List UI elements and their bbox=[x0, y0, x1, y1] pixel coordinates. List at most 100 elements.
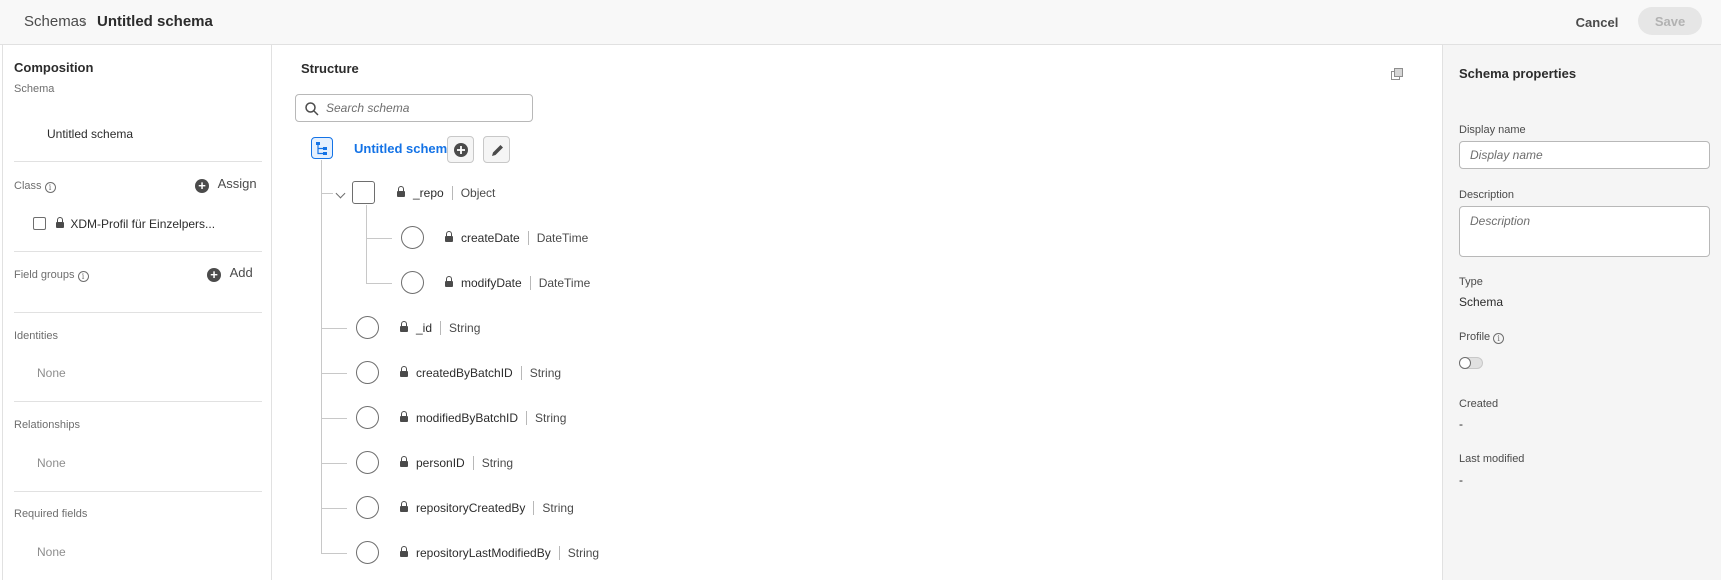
add-circle-icon: + bbox=[195, 179, 209, 193]
tree-field-row[interactable]: modifyDate DateTime bbox=[445, 276, 591, 292]
hierarchy-icon bbox=[316, 142, 327, 155]
pencil-icon bbox=[492, 145, 503, 156]
copy-icon[interactable] bbox=[1391, 68, 1403, 80]
tree-field-row[interactable]: modifiedByBatchID String bbox=[400, 411, 567, 427]
tree-line bbox=[321, 553, 347, 554]
top-bar: Schemas › Untitled schema Cancel Save bbox=[0, 0, 1721, 45]
divider bbox=[14, 312, 262, 313]
divider bbox=[14, 251, 262, 252]
field-type: String bbox=[472, 456, 514, 470]
field-node-select[interactable] bbox=[356, 361, 379, 384]
field-node-select[interactable] bbox=[356, 541, 379, 564]
field-node-select[interactable] bbox=[401, 271, 424, 294]
required-fields-label: Required fields bbox=[14, 508, 88, 520]
root-schema-name[interactable]: Untitled schema bbox=[354, 141, 454, 156]
tree-field-row[interactable]: createDate DateTime bbox=[445, 231, 589, 247]
info-icon[interactable]: i bbox=[1493, 333, 1505, 344]
profile-label-text: Profile bbox=[1459, 331, 1491, 343]
lock-icon bbox=[400, 411, 408, 423]
tree-line bbox=[321, 193, 333, 194]
identities-value: None bbox=[37, 366, 66, 380]
info-icon[interactable]: i bbox=[44, 182, 56, 193]
class-checkbox[interactable] bbox=[33, 217, 46, 230]
tree-line bbox=[366, 283, 392, 284]
lock-icon bbox=[445, 231, 453, 243]
search-input[interactable] bbox=[326, 100, 526, 116]
lock-icon bbox=[397, 186, 405, 198]
lock-icon bbox=[56, 217, 64, 229]
profile-toggle[interactable] bbox=[1459, 357, 1483, 369]
tree-field-row[interactable]: repositoryCreatedBy String bbox=[400, 501, 574, 517]
field-node-select[interactable] bbox=[401, 226, 424, 249]
add-label: Add bbox=[229, 265, 253, 280]
field-name: modifiedByBatchID bbox=[416, 411, 519, 425]
field-name: _id bbox=[416, 321, 433, 335]
field-name: personID bbox=[416, 456, 465, 470]
tree-field-row[interactable]: personID String bbox=[400, 456, 514, 472]
breadcrumb-schemas-link[interactable]: Schemas bbox=[24, 13, 87, 30]
field-type: String bbox=[558, 546, 600, 560]
tree-line bbox=[366, 238, 392, 239]
tree-root-icon[interactable] bbox=[311, 137, 333, 159]
field-node-select[interactable] bbox=[356, 496, 379, 519]
display-name-input[interactable] bbox=[1459, 141, 1710, 169]
tree-line bbox=[366, 205, 367, 283]
composition-panel: Composition Schema Untitled schema Class… bbox=[2, 45, 272, 580]
tree-field-row[interactable]: createdByBatchID String bbox=[400, 366, 562, 382]
add-field-group-button[interactable]: + Add bbox=[207, 265, 253, 282]
tree-field-row[interactable]: _id String bbox=[400, 321, 481, 337]
class-item[interactable]: XDM-Profil für Einzelpers... bbox=[56, 217, 215, 231]
description-textarea[interactable] bbox=[1459, 206, 1710, 257]
edit-button[interactable] bbox=[483, 136, 510, 163]
assign-class-button[interactable]: + Assign bbox=[195, 176, 257, 193]
add-circle-icon: + bbox=[207, 268, 221, 282]
tree-field-row[interactable]: repositoryLastModifiedBy String bbox=[400, 546, 600, 562]
tree-line bbox=[321, 328, 347, 329]
divider bbox=[14, 161, 262, 162]
schema-name-item[interactable]: Untitled schema bbox=[47, 127, 133, 141]
field-type: Object bbox=[451, 186, 496, 200]
field-node-select[interactable] bbox=[356, 451, 379, 474]
created-value: - bbox=[1459, 417, 1463, 431]
schema-label: Schema bbox=[14, 83, 55, 95]
tree-line bbox=[321, 160, 322, 554]
assign-label: Assign bbox=[217, 176, 257, 191]
schema-properties-panel: Schema properties Display name Descripti… bbox=[1442, 45, 1721, 580]
last-modified-label: Last modified bbox=[1459, 453, 1525, 465]
chevron-down-icon[interactable] bbox=[335, 188, 346, 199]
display-name-label: Display name bbox=[1459, 124, 1526, 136]
field-node-select[interactable] bbox=[356, 406, 379, 429]
lock-icon bbox=[400, 321, 408, 333]
profile-label: Profile i bbox=[1459, 331, 1505, 344]
required-fields-value: None bbox=[37, 545, 66, 559]
info-icon[interactable]: i bbox=[77, 271, 89, 282]
description-label: Description bbox=[1459, 189, 1515, 201]
field-type: String bbox=[526, 411, 567, 425]
properties-title: Schema properties bbox=[1459, 66, 1577, 81]
field-name: createdByBatchID bbox=[416, 366, 513, 380]
save-button[interactable]: Save bbox=[1638, 7, 1702, 35]
lock-icon bbox=[445, 276, 453, 288]
tree-field-row[interactable]: _repo Object bbox=[397, 186, 496, 202]
field-type: String bbox=[533, 501, 574, 515]
structure-canvas: Structure Untitled schema bbox=[273, 45, 1442, 580]
tree-line bbox=[321, 508, 347, 509]
field-groups-label: Field groups i bbox=[14, 269, 89, 282]
tree-line bbox=[321, 463, 347, 464]
field-type: DateTime bbox=[529, 276, 591, 290]
field-type: String bbox=[520, 366, 562, 380]
field-type: String bbox=[440, 321, 481, 335]
field-node-select[interactable] bbox=[356, 316, 379, 339]
cancel-button[interactable]: Cancel bbox=[1570, 11, 1624, 33]
field-name: createDate bbox=[461, 231, 520, 245]
search-icon bbox=[305, 102, 319, 116]
page-title: Untitled schema bbox=[97, 13, 213, 30]
add-field-button[interactable] bbox=[447, 136, 474, 163]
lock-icon bbox=[400, 546, 408, 558]
object-node-select[interactable] bbox=[352, 181, 375, 204]
field-name: modifyDate bbox=[461, 276, 522, 290]
lock-icon bbox=[400, 456, 408, 468]
field-name: _repo bbox=[413, 186, 444, 200]
search-schema-field[interactable] bbox=[295, 94, 533, 122]
class-label: Class i bbox=[14, 180, 56, 193]
